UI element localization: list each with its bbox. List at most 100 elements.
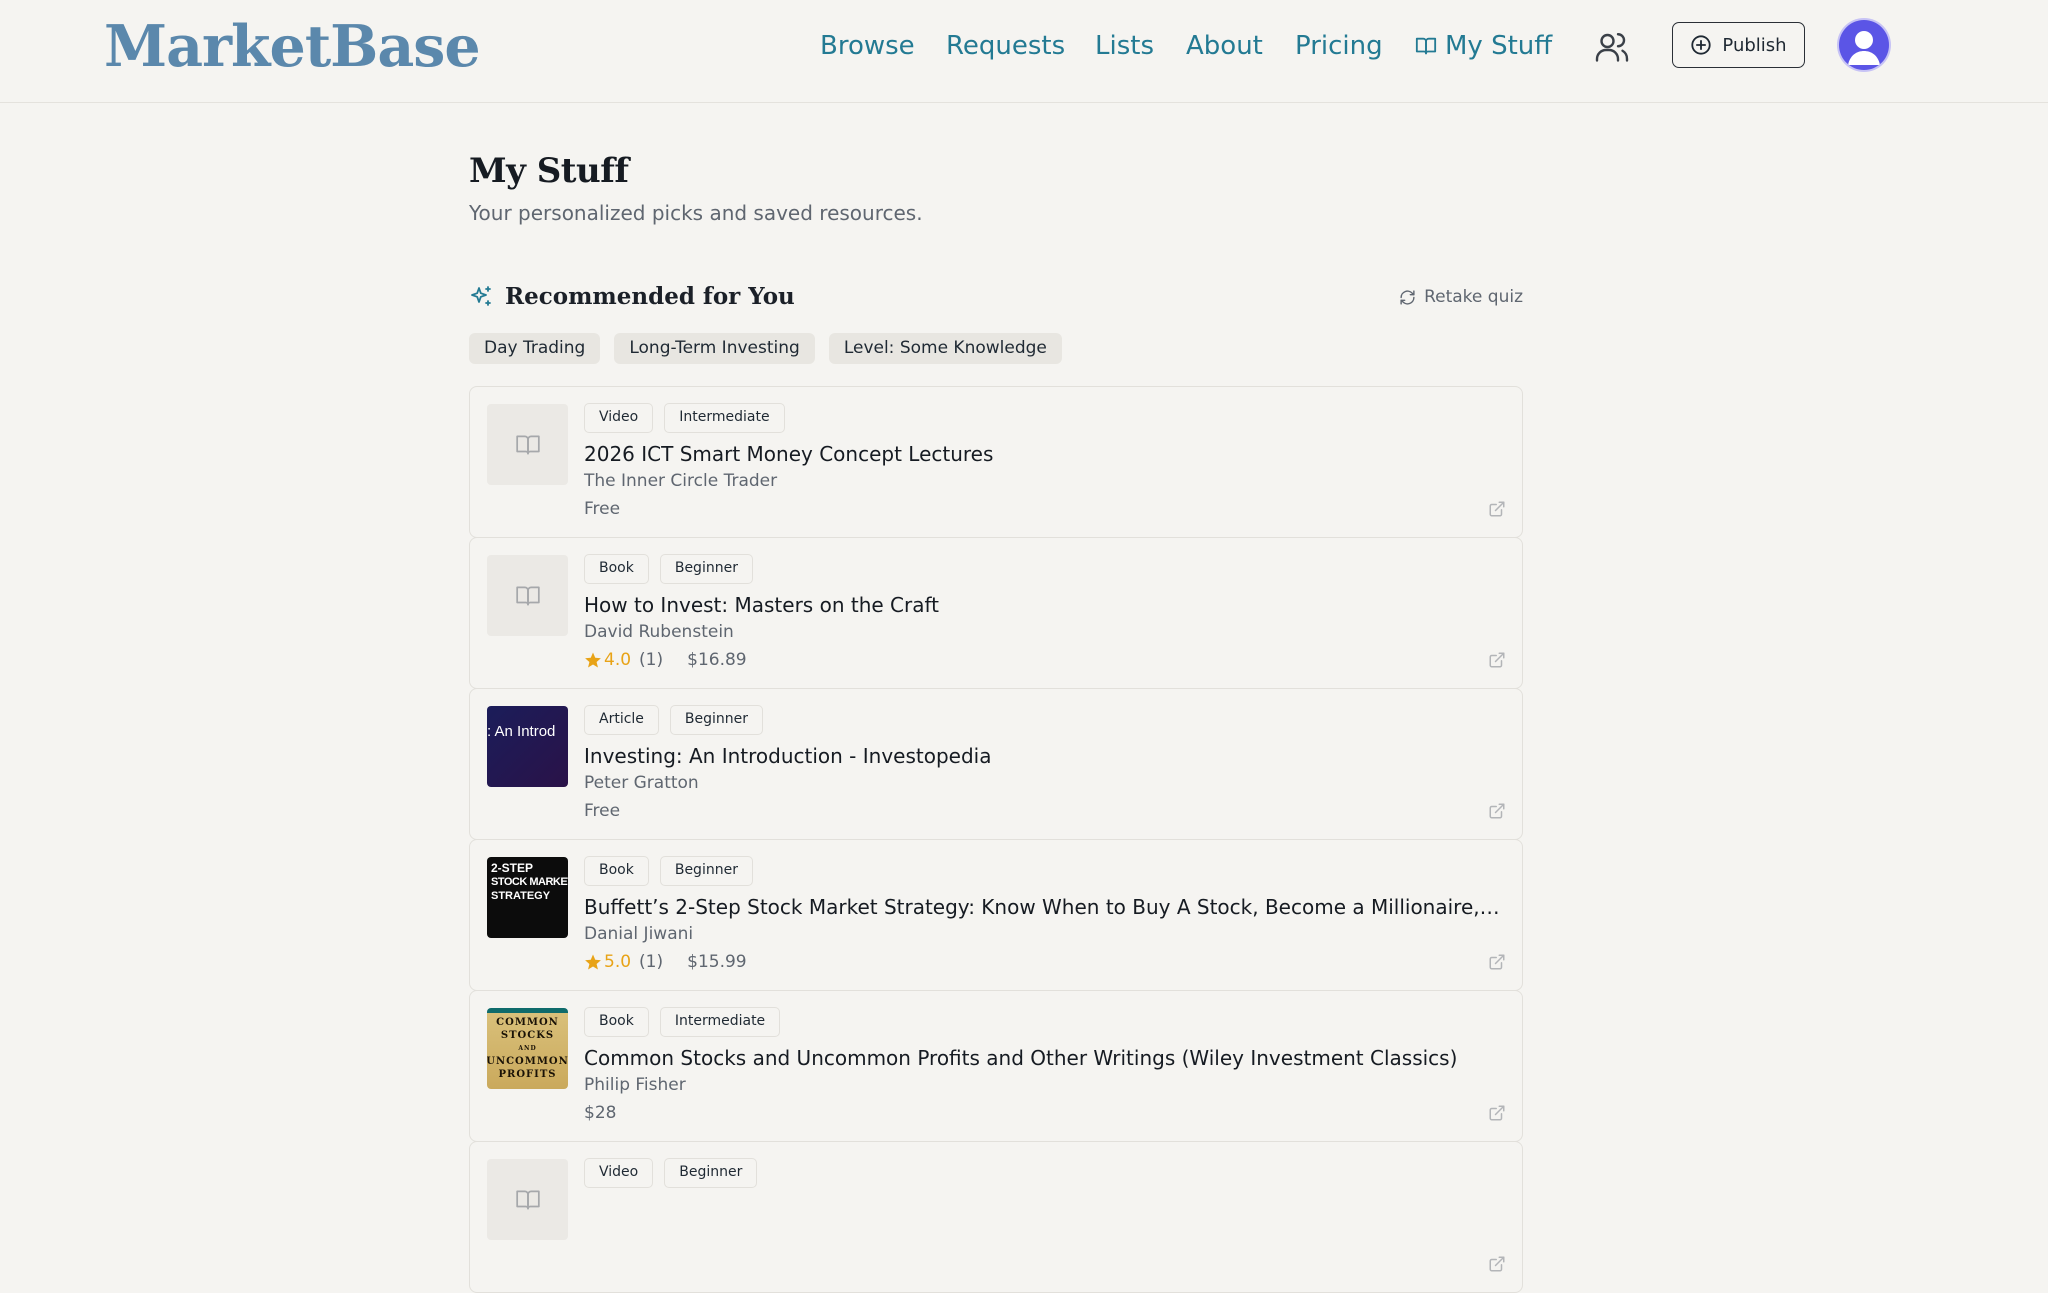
nav-my-stuff[interactable]: My Stuff [1415,26,1552,66]
price: $16.89 [687,650,747,670]
nav-browse[interactable]: Browse [820,26,915,66]
resource-author: Philip Fisher [584,1075,686,1095]
external-link-icon[interactable] [1488,802,1506,820]
resource-title[interactable]: Common Stocks and Uncommon Profits and O… [584,1044,1504,1072]
resource-card[interactable]: : An Introd Article Beginner Investing: An … [469,688,1523,840]
type-tag: Book [584,856,649,886]
level-tag: Beginner [669,705,764,735]
external-link-icon[interactable] [1488,953,1506,971]
external-link-icon[interactable] [1488,651,1506,669]
recommended-header: Recommended for You Retake quiz [469,279,1523,315]
level-tag: Beginner [664,1158,758,1188]
community-button[interactable] [1594,29,1630,65]
type-tag: Video [584,403,654,433]
retake-quiz-label: Retake quiz [1424,287,1523,307]
refresh-icon [1400,289,1415,305]
price: Free [584,499,621,519]
chip-day-trading: Day Trading [469,333,601,364]
resource-meta: $28 [584,1101,616,1125]
preference-chips: Day Trading Long-Term Investing Level: S… [469,333,1062,364]
type-tag: Article [584,705,659,735]
cover-text: : An Introd [487,723,556,740]
external-link-icon[interactable] [1488,1104,1506,1122]
thumbnail-placeholder [487,555,568,636]
cover-thumbnail: : An Introd [487,706,568,787]
recommended-title: Recommended for You [505,283,795,310]
nav-requests[interactable]: Requests [946,26,1065,66]
resource-title[interactable]: Investing: An Introduction - Investopedi… [584,742,1504,770]
resource-card[interactable]: 2-STEP STOCK MARKET STRATEGY Book Beginner Bu… [469,839,1523,991]
retake-quiz-button[interactable]: Retake quiz [1399,279,1523,315]
cover-thumbnail: COMMON STOCKS AND UNCOMMON PROFITS [487,1008,568,1089]
resource-card[interactable]: Video Beginner [469,1141,1523,1293]
resource-tags: Book Intermediate [584,1007,781,1037]
resource-card[interactable]: Video Intermediate 2026 ICT Smart Money Co… [469,386,1523,538]
cover-text: AND [518,1045,537,1052]
level-tag: Beginner [659,554,753,584]
cover-text: 2-STEP [491,861,534,875]
users-icon [1595,33,1629,62]
person-icon [1848,31,1880,65]
level-tag: Intermediate [664,403,785,433]
cover-text: STOCKS [500,1030,555,1041]
price: $15.99 [687,952,747,972]
resource-card[interactable]: COMMON STOCKS AND UNCOMMON PROFITS Book Interm… [469,990,1523,1142]
price: Free [584,801,621,821]
thumbnail-placeholder [487,404,568,485]
type-tag: Book [584,554,649,584]
cover-text: STOCK MARKET [491,876,568,888]
cover-text: PROFITS [498,1069,557,1080]
resource-author: Peter Gratton [584,773,699,793]
book-placeholder-icon [515,1189,540,1210]
rating: 4.0 [584,648,631,672]
external-link-icon[interactable] [1488,1255,1506,1273]
sparkle-icon [471,286,491,306]
resource-title[interactable]: How to Invest: Masters on the Craft [584,591,1504,619]
resource-meta: Free [584,799,620,823]
book-open-icon [1415,37,1437,55]
thumbnail-placeholder [487,1159,568,1240]
level-tag: Intermediate [659,1007,781,1037]
resource-title[interactable]: 2026 ICT Smart Money Concept Lectures [584,440,1504,468]
external-link-icon[interactable] [1488,500,1506,518]
resource-meta: Free [584,497,620,521]
rating-count: (1) [639,650,664,670]
book-placeholder-icon [515,434,540,455]
resource-tags: Article Beginner [584,705,764,735]
cover-text: COMMON [496,1017,559,1028]
page-title: My Stuff [469,151,629,191]
resource-tags: Book Beginner [584,856,753,886]
nav-lists[interactable]: Lists [1095,26,1154,66]
star-icon [585,954,601,970]
type-tag: Video [584,1158,654,1188]
user-avatar[interactable] [1839,20,1889,70]
cover-text: UNCOMMON [487,1056,568,1067]
rating-value: 5.0 [604,952,632,972]
resource-author: David Rubenstein [584,622,734,642]
cover-text: STRATEGY [491,890,551,902]
rating-value: 4.0 [604,650,632,670]
chip-long-term-investing: Long-Term Investing [614,333,815,364]
publish-label: Publish [1722,34,1787,56]
resource-meta: 4.0 (1) $16.89 [584,648,747,672]
top-nav-bar: MarketBase Browse Requests Lists About P… [0,0,2048,103]
nav-pricing[interactable]: Pricing [1295,26,1383,66]
rating: 5.0 [584,950,631,974]
resource-author: Danial Jiwani [584,924,694,944]
rating-count: (1) [639,952,664,972]
publish-button[interactable]: Publish [1672,22,1805,68]
brand-logo[interactable]: MarketBase [104,14,481,80]
nav-about[interactable]: About [1186,26,1263,66]
cover-thumbnail: 2-STEP STOCK MARKET STRATEGY [487,857,568,938]
star-icon [585,652,601,668]
book-placeholder-icon [515,585,540,606]
level-tag: Beginner [659,856,753,886]
resource-meta: 5.0 (1) $15.99 [584,950,747,974]
price: $28 [584,1103,617,1123]
resource-tags: Video Beginner [584,1158,758,1188]
resource-card[interactable]: Book Beginner How to Invest: Masters on th… [469,537,1523,689]
resource-title[interactable]: Buffett’s 2-Step Stock Market Strategy: … [584,893,1504,921]
plus-circle-icon [1691,35,1712,55]
type-tag: Book [584,1007,649,1037]
resource-tags: Book Beginner [584,554,753,584]
